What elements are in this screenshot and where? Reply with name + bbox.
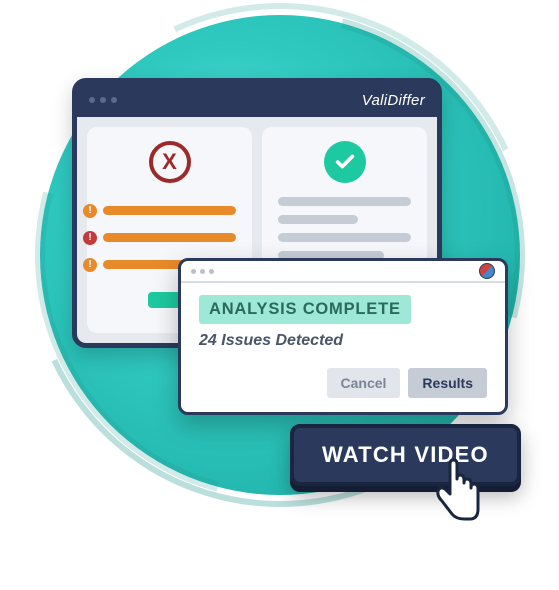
app-titlebar: ValiDiffer xyxy=(77,83,437,117)
error-icon: ! xyxy=(83,231,97,245)
window-dot xyxy=(111,97,117,103)
window-dot xyxy=(89,97,95,103)
dialog-titlebar xyxy=(181,261,505,283)
watch-video-button[interactable]: WATCH VIDEO xyxy=(290,424,521,486)
warning-icon: ! xyxy=(83,258,97,272)
diff-line xyxy=(103,233,236,242)
dialog-title: ANALYSIS COMPLETE xyxy=(199,295,411,324)
content-line xyxy=(278,215,358,224)
cancel-button[interactable]: Cancel xyxy=(327,368,401,398)
x-icon: X xyxy=(149,141,191,183)
window-dot xyxy=(209,269,214,274)
analysis-dialog: ANALYSIS COMPLETE 24 Issues Detected Can… xyxy=(178,258,508,415)
dialog-subtitle: 24 Issues Detected xyxy=(199,332,487,350)
check-icon xyxy=(324,141,366,183)
content-line xyxy=(278,197,411,206)
window-dot xyxy=(191,269,196,274)
brand-label: ValiDiffer xyxy=(362,92,425,109)
app-icon xyxy=(479,263,495,279)
content-line xyxy=(278,233,411,242)
results-button[interactable]: Results xyxy=(408,368,487,398)
diff-line xyxy=(103,206,236,215)
warning-icon: ! xyxy=(83,204,97,218)
window-dot xyxy=(100,97,106,103)
window-dot xyxy=(200,269,205,274)
